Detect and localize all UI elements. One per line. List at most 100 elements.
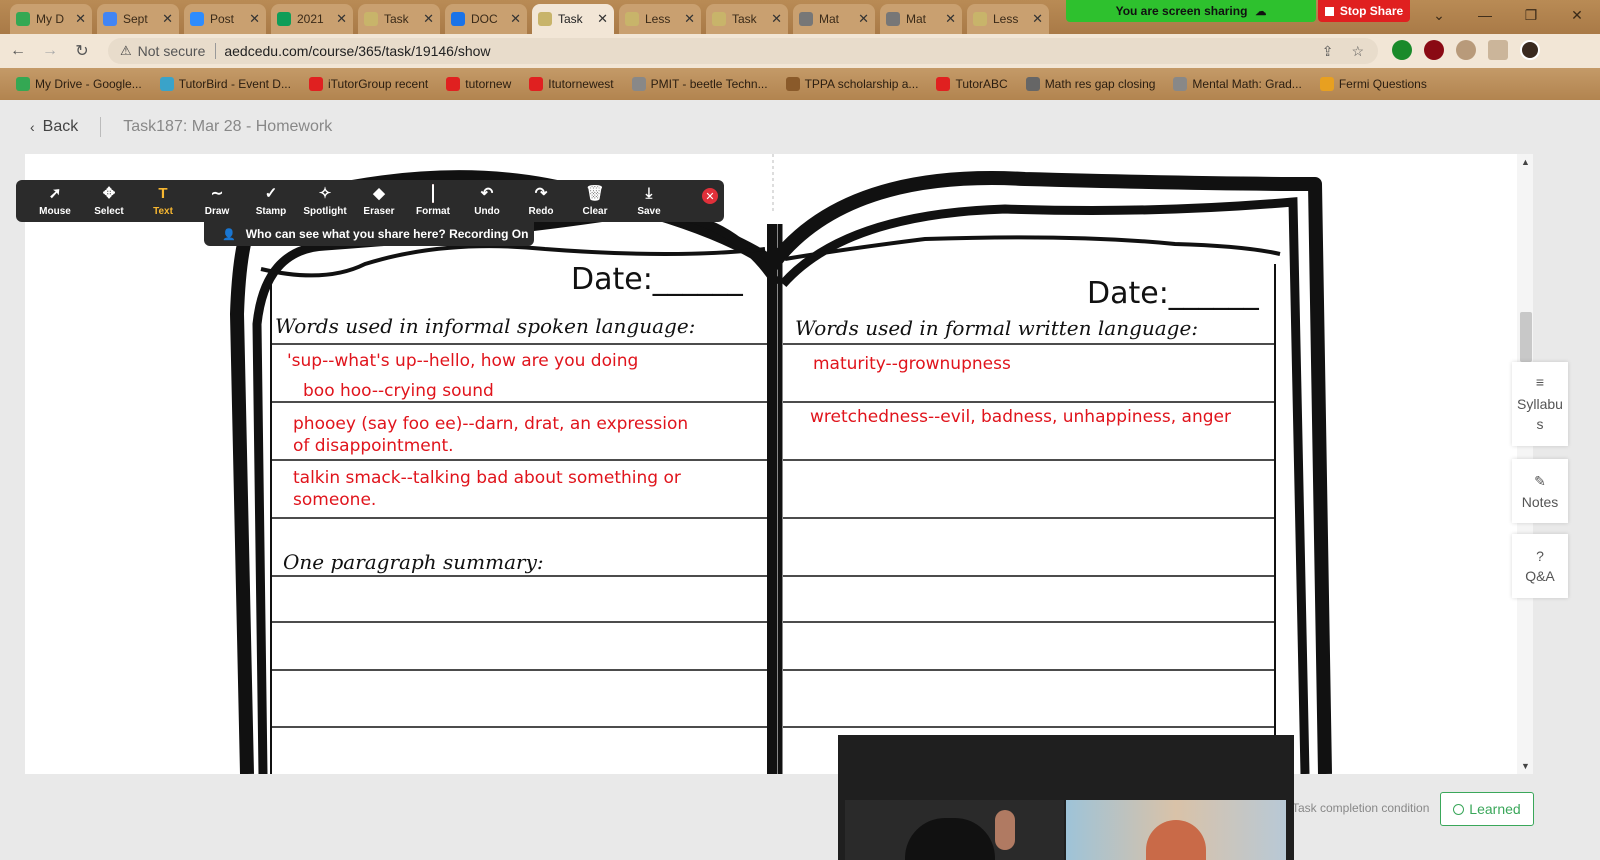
notes-button[interactable]: ✎ Notes bbox=[1512, 459, 1568, 523]
tab-close-icon[interactable]: ✕ bbox=[945, 11, 956, 27]
tab-close-icon[interactable]: ✕ bbox=[771, 11, 782, 27]
tab-label: Task bbox=[732, 12, 757, 26]
bookmark-favicon-icon bbox=[1173, 77, 1188, 91]
tab-search-icon[interactable]: ⌄ bbox=[1416, 0, 1462, 30]
annotation-tool-save[interactable]: ⤓ Save bbox=[622, 180, 676, 222]
annotation-tool-undo[interactable]: ↶ Undo bbox=[460, 180, 514, 222]
tab-close-icon[interactable]: ✕ bbox=[858, 11, 869, 27]
scrollbar-thumb[interactable] bbox=[1520, 312, 1532, 362]
browser-tab[interactable]: Less ✕ bbox=[619, 4, 701, 34]
browser-tab[interactable]: Post ✕ bbox=[184, 4, 266, 34]
recording-indicator[interactable]: 👤 Who can see what you share here? Recor… bbox=[204, 222, 534, 246]
browser-tab[interactable]: Task ✕ bbox=[358, 4, 440, 34]
browser-tab[interactable]: Sept ✕ bbox=[97, 4, 179, 34]
ublock-icon[interactable] bbox=[1424, 40, 1444, 60]
browser-tab[interactable]: My D ✕ bbox=[10, 4, 92, 34]
scroll-down-icon[interactable]: ▼ bbox=[1521, 761, 1530, 771]
shared-document-viewer[interactable]: Date:______ Date:______ Words used in in… bbox=[25, 154, 1530, 774]
tab-close-icon[interactable]: ✕ bbox=[597, 11, 608, 27]
warning-icon: ⚠ bbox=[120, 43, 132, 58]
informal-entry: 'sup--what's up--hello, how are you doin… bbox=[287, 351, 639, 371]
tab-close-icon[interactable]: ✕ bbox=[510, 11, 521, 27]
stop-icon bbox=[1324, 6, 1334, 16]
tab-close-icon[interactable]: ✕ bbox=[1032, 11, 1043, 27]
back-arrow-icon[interactable]: ← bbox=[4, 37, 32, 65]
annotation-tool-redo[interactable]: ↷ Redo bbox=[514, 180, 568, 222]
tab-close-icon[interactable]: ✕ bbox=[162, 11, 173, 27]
tab-label: Task bbox=[384, 12, 409, 26]
bookmark-item[interactable]: Math res gap closing bbox=[1025, 77, 1155, 91]
bookmark-label: PMIT - beetle Techn... bbox=[650, 77, 768, 91]
annotation-tool-spotlight[interactable]: ✧ Spotlight bbox=[298, 180, 352, 222]
forward-arrow-icon[interactable]: → bbox=[36, 37, 64, 65]
restore-icon[interactable]: ❐ bbox=[1508, 0, 1554, 30]
annotation-tool-label: Save bbox=[637, 205, 661, 217]
learned-button[interactable]: Learned bbox=[1440, 792, 1534, 826]
tab-close-icon[interactable]: ✕ bbox=[249, 11, 260, 27]
sidepanel-icon[interactable] bbox=[1488, 40, 1508, 60]
annotation-tool-label: Eraser bbox=[363, 205, 395, 217]
browser-tab[interactable]: Task ✕ bbox=[532, 4, 614, 34]
formal-entry: wretchedness--evil, badness, unhappiness… bbox=[810, 407, 1231, 427]
screen-sharing-banner[interactable]: You are screen sharing ☁ bbox=[1066, 0, 1316, 22]
browser-tab[interactable]: DOC ✕ bbox=[445, 4, 527, 34]
participant-video[interactable] bbox=[845, 800, 1064, 860]
bookmark-item[interactable]: TutorABC bbox=[936, 77, 1008, 91]
window-controls: ⌄ — ❐ ✕ bbox=[1416, 0, 1600, 30]
bookmark-item[interactable]: Mental Math: Grad... bbox=[1173, 77, 1302, 91]
move-icon: ✥ bbox=[102, 184, 116, 202]
annotation-tool-select[interactable]: ✥ Select bbox=[82, 180, 136, 222]
extension-green-icon[interactable] bbox=[1392, 40, 1412, 60]
address-bar[interactable]: ⚠ Not secure aedcedu.com/course/365/task… bbox=[108, 38, 1378, 64]
recording-text: Who can see what you share here? Recordi… bbox=[245, 227, 529, 241]
scroll-up-icon[interactable]: ▲ bbox=[1521, 157, 1530, 167]
qa-button[interactable]: ? Q&A bbox=[1512, 534, 1568, 598]
stop-share-button[interactable]: Stop Share bbox=[1318, 0, 1410, 22]
syllabus-button[interactable]: ≡ Syllabus bbox=[1512, 362, 1568, 446]
bookmark-item[interactable]: TutorBird - Event D... bbox=[159, 77, 291, 91]
bookmark-item[interactable]: iTutorGroup recent bbox=[308, 77, 428, 91]
bookmark-item[interactable]: PMIT - beetle Techn... bbox=[631, 77, 768, 91]
browser-tab[interactable]: Mat ✕ bbox=[793, 4, 875, 34]
browser-tab[interactable]: Mat ✕ bbox=[880, 4, 962, 34]
annotation-tool-label: Clear bbox=[582, 205, 608, 217]
tab-close-icon[interactable]: ✕ bbox=[75, 11, 86, 27]
annotation-tool-format[interactable]: Format bbox=[406, 180, 460, 222]
save-icon: ⤓ bbox=[645, 184, 653, 202]
tab-label: Sept bbox=[123, 12, 148, 26]
browser-tab[interactable]: 2021 ✕ bbox=[271, 4, 353, 34]
back-button[interactable]: ‹ Back bbox=[30, 118, 78, 136]
annotation-tool-stamp[interactable]: ✓ Stamp bbox=[244, 180, 298, 222]
reload-icon[interactable]: ↻ bbox=[68, 37, 96, 65]
cloud-icon: ☁ bbox=[1255, 5, 1267, 18]
minimize-icon[interactable]: — bbox=[1462, 0, 1508, 30]
participant-video[interactable] bbox=[1066, 800, 1286, 860]
tab-close-icon[interactable]: ✕ bbox=[423, 11, 434, 27]
bookmark-item[interactable]: tutornew bbox=[446, 77, 511, 91]
undo-icon: ↶ bbox=[480, 184, 494, 202]
tab-close-icon[interactable]: ✕ bbox=[684, 11, 695, 27]
close-window-icon[interactable]: ✕ bbox=[1554, 0, 1600, 30]
bookmark-item[interactable]: Itutornewest bbox=[529, 77, 614, 91]
puzzle-icon[interactable] bbox=[1456, 40, 1476, 60]
qa-label: Q&A bbox=[1525, 568, 1555, 584]
bookmark-star-icon[interactable]: ☆ bbox=[1351, 43, 1364, 60]
tab-close-icon[interactable]: ✕ bbox=[336, 11, 347, 27]
tab-label: DOC bbox=[471, 12, 498, 26]
browser-tab[interactable]: Less ✕ bbox=[967, 4, 1049, 34]
annotation-tool-draw[interactable]: ∼ Draw bbox=[190, 180, 244, 222]
annotation-tool-clear[interactable]: 🗑 Clear bbox=[568, 180, 622, 222]
annotation-tool-mouse[interactable]: ➚ Mouse bbox=[28, 180, 82, 222]
annotation-tool-text[interactable]: T Text bbox=[136, 180, 190, 222]
bookmark-item[interactable]: TPPA scholarship a... bbox=[785, 77, 918, 91]
circle-icon bbox=[1453, 803, 1465, 815]
avatar[interactable] bbox=[1520, 40, 1540, 60]
browser-tab[interactable]: Task ✕ bbox=[706, 4, 788, 34]
annotation-tool-eraser[interactable]: ◆ Eraser bbox=[352, 180, 406, 222]
chevron-left-icon: ‹ bbox=[30, 119, 35, 135]
bookmark-item[interactable]: My Drive - Google... bbox=[16, 77, 142, 91]
draw-icon: ∼ bbox=[210, 184, 224, 202]
share-icon[interactable]: ⇪ bbox=[1322, 43, 1334, 60]
close-annotation-icon[interactable]: ✕ bbox=[702, 188, 718, 204]
bookmark-item[interactable]: Fermi Questions bbox=[1319, 77, 1427, 91]
